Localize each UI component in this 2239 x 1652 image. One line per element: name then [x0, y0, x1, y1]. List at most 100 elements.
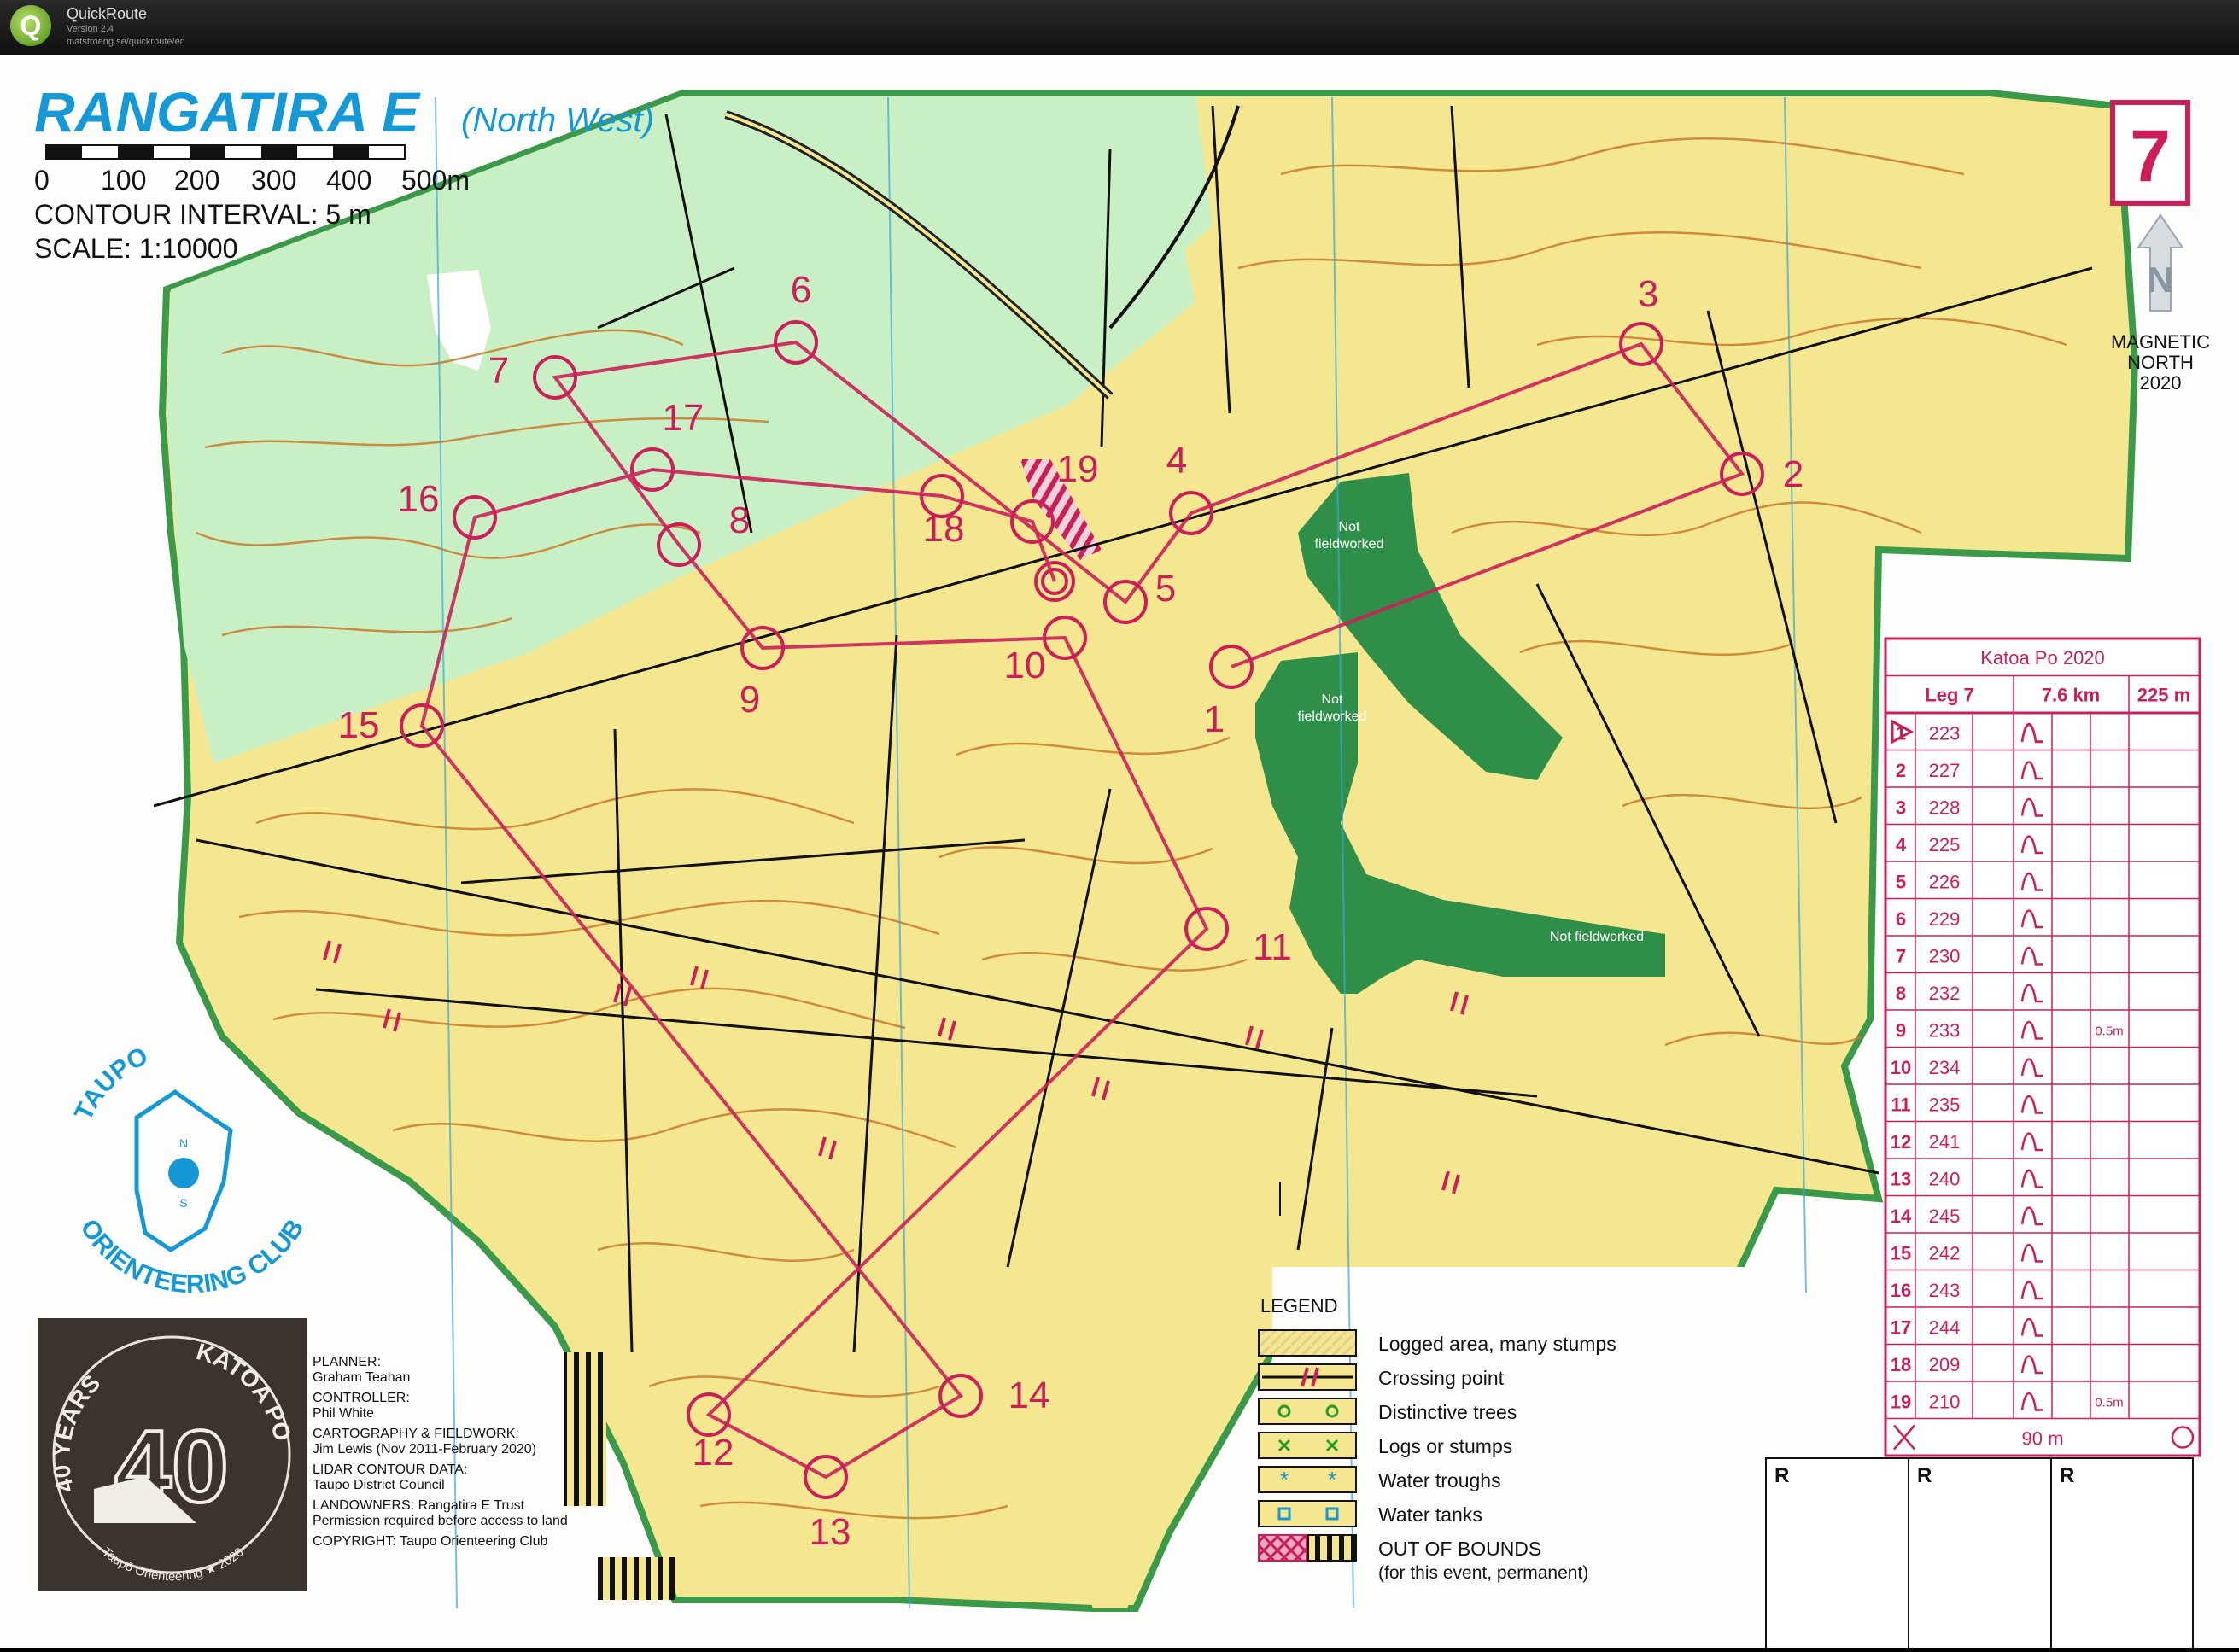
desc-row-9-code: 233: [1929, 1020, 1961, 1042]
control-number-8: 8: [729, 499, 750, 541]
quickroute-logo-icon: Q: [10, 5, 51, 46]
control-number-9: 9: [740, 679, 760, 721]
north-arrow-icon: N: [2137, 213, 2184, 312]
scale-label-500: 500m: [401, 165, 470, 196]
out-of-bounds-permanent-swatch: [1307, 1534, 1357, 1562]
control-number-7: 7: [488, 350, 509, 392]
desc-course-climb: 225 m: [2137, 685, 2190, 706]
out-of-bounds-area-2: [564, 1352, 606, 1506]
desc-row-6-number: 6: [1896, 908, 1906, 930]
scale-label-0: 0: [34, 165, 50, 196]
legend-label-3: Logs or stumps: [1378, 1435, 1512, 1457]
desc-row-2-code: 227: [1929, 760, 1961, 781]
result-box-2-label: R: [1917, 1464, 1932, 1487]
desc-row-5-number: 5: [1896, 872, 1906, 893]
club-name-bottom-path: ORIENTEERING CLUB: [74, 1214, 309, 1299]
legend-label-2: Distinctive trees: [1378, 1401, 1517, 1423]
desc-row-18-code: 209: [1929, 1354, 1961, 1375]
legend-item-4: * * Water troughs: [1258, 1466, 1501, 1493]
app-version: Version 2.4: [67, 24, 114, 34]
desc-row-12-number: 12: [1891, 1131, 1911, 1153]
desc-row-1-code: 223: [1929, 723, 1961, 744]
legend-label-0: Logged area, many stumps: [1378, 1333, 1616, 1355]
control-number-5: 5: [1155, 568, 1176, 610]
control-number-16: 16: [398, 478, 440, 520]
result-box-1-label: R: [1774, 1464, 1789, 1487]
scale-label-300: 300: [251, 165, 296, 196]
desc-row-17-number: 17: [1891, 1317, 1911, 1339]
credits-block: PLANNER:Graham Teahan CONTROLLER:Phil Whi…: [313, 1355, 568, 1549]
quickroute-window: Q QuickRoute Version 2.4 matstroeng.se/q…: [0, 0, 2239, 1652]
credit-line-3-0: Taupo District Council: [313, 1478, 445, 1492]
map-paper: 1 2 3 4 5 6 7 8 9 10 11 12 13 14 15 16 17 18 19 Not fieldw…: [0, 55, 2239, 1652]
legend-title: LEGEND: [1260, 1295, 1337, 1316]
desc-row-5-code: 226: [1929, 872, 1961, 893]
scale-bar-seg: [118, 145, 154, 159]
desc-row-7-number: 7: [1896, 946, 1906, 967]
desc-row-19-code: 210: [1929, 1392, 1961, 1413]
not-fieldworked-label-1b: fieldworked: [1315, 537, 1384, 552]
credit-heading-5: COPYRIGHT: Taupo Orienteering Club: [313, 1534, 547, 1549]
logo-letter: Q: [20, 10, 42, 41]
not-fieldworked-label-1a: Not: [1339, 520, 1360, 534]
scale-bar-seg: [261, 145, 297, 159]
desc-course-name: Leg 7: [1925, 685, 1973, 706]
club-name-top: TAUPO: [69, 1042, 152, 1124]
not-fieldworked-label-2b: fieldworked: [1298, 709, 1367, 724]
scale-label-200: 200: [174, 165, 219, 196]
desc-row-16-code: 243: [1929, 1280, 1961, 1301]
desc-row-3-code: 228: [1929, 797, 1961, 819]
water-trough-swatch: [1258, 1466, 1357, 1493]
control-number-11: 11: [1253, 926, 1292, 968]
desc-row-15-number: 15: [1891, 1243, 1911, 1264]
desc-row-3-number: 3: [1896, 797, 1906, 819]
desc-row-15-code: 242: [1929, 1243, 1961, 1264]
anniversary-badge: 40 YEARS KATOA PO Taupō Orienteering ★ 2…: [38, 1318, 307, 1591]
control-number-14: 14: [1008, 1375, 1050, 1416]
legend-label-6: OUT OF BOUNDS: [1378, 1538, 1541, 1560]
map-title: RANGATIRA E: [34, 80, 421, 143]
legend-label-4: Water troughs: [1378, 1469, 1501, 1491]
credit-heading-2: CARTOGRAPHY & FIELDWORK:: [313, 1427, 519, 1441]
desc-row-9-extra: 0.5m: [2095, 1024, 2123, 1039]
desc-course-length: 7.6 km: [2042, 685, 2101, 706]
club-name-top-path: TAUPO: [69, 1042, 152, 1124]
logs-swatch: [1258, 1432, 1357, 1459]
app-url[interactable]: matstroeng.se/quickroute/en: [67, 37, 185, 47]
scale-bar: [45, 144, 406, 160]
desc-event-name: Katoa Po 2020: [1980, 647, 2105, 668]
desc-row-19-number: 19: [1891, 1392, 1911, 1413]
compass-rose-icon: [168, 1158, 199, 1188]
desc-row-13-number: 13: [1891, 1169, 1911, 1190]
credit-line-0-0: Graham Teahan: [313, 1370, 410, 1385]
desc-row-14-number: 14: [1891, 1205, 1912, 1227]
north-label-1: MAGNETIC: [2111, 331, 2210, 353]
map-number: 7: [2130, 115, 2171, 197]
north-label-3: 2020: [2140, 372, 2182, 394]
contour-interval: CONTOUR INTERVAL: 5 m: [34, 199, 371, 230]
north-label-2: NORTH: [2127, 352, 2194, 373]
desc-row-4-code: 225: [1929, 834, 1961, 855]
map-scale: SCALE: 1:10000: [34, 233, 237, 264]
control-number-18: 18: [923, 508, 965, 550]
desc-finish-distance: 90 m: [2022, 1428, 2064, 1450]
control-number-12: 12: [693, 1432, 734, 1474]
desc-row-8-number: 8: [1896, 983, 1906, 1004]
desc-row-14-code: 245: [1929, 1205, 1961, 1227]
legend-item-1: Crossing point: [1258, 1363, 1505, 1391]
legend-label-1: Crossing point: [1378, 1367, 1505, 1389]
result-box-3-label: R: [2060, 1464, 2074, 1487]
compass-n: N: [179, 1136, 188, 1150]
legend-item-3: Logs or stumps: [1258, 1432, 1512, 1459]
scale-label-400: 400: [326, 165, 371, 196]
control-number-10: 10: [1004, 645, 1046, 686]
control-number-15: 15: [338, 704, 380, 746]
control-number-2: 2: [1783, 453, 1803, 495]
title-bar: Q QuickRoute Version 2.4 matstroeng.se/q…: [0, 0, 2239, 55]
scale-bar-seg: [46, 145, 82, 159]
logged-area-swatch: [1258, 1329, 1357, 1357]
compass-s: S: [179, 1196, 187, 1210]
scale-bar-seg: [190, 145, 225, 159]
legend-note-6: (for this event, permanent): [1378, 1563, 1588, 1583]
orienteering-map[interactable]: 12345678910111213141516171819 Not fieldw…: [0, 55, 2239, 1652]
